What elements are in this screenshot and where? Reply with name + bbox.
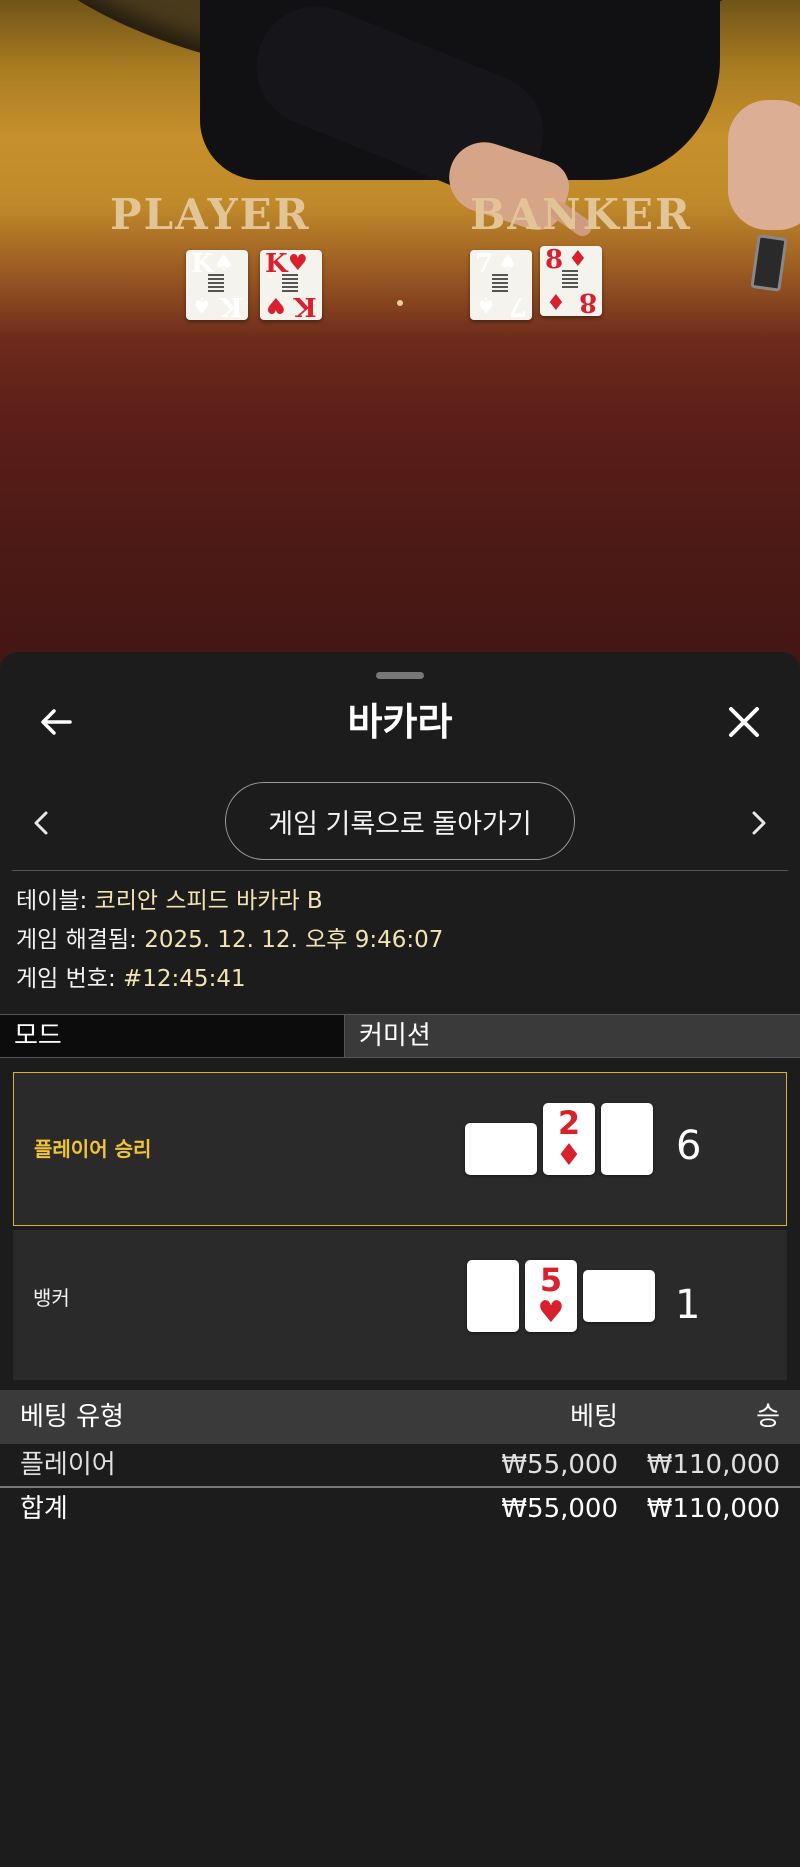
bet-type-cell: 플레이어	[20, 1450, 116, 1480]
arrow-left-icon	[41, 709, 72, 735]
banker-card-3: 8 ♣	[583, 1270, 655, 1322]
table-row: 플레이어 ₩55,000 ₩110,000	[0, 1444, 800, 1486]
sheet-title: 바카라	[347, 700, 453, 744]
player-hand-row: 플레이어 승리 5 ♣ 2 ♦ 9 ♣ 6	[13, 1072, 787, 1226]
mode-row: 모드 커미션	[0, 1014, 800, 1058]
table-banker-card-2: 8 ♦ ♦ 8	[540, 245, 602, 317]
heart-icon: ♥	[266, 292, 286, 317]
divider	[12, 870, 788, 871]
card-rank: 5	[539, 1261, 563, 1299]
table-banker-card-1: 7 ♠ ♠ 7	[470, 249, 532, 321]
close-button[interactable]	[716, 694, 772, 750]
info-game-number: 게임 번호: #12:45:41	[16, 962, 246, 996]
bet-win-header: 승	[756, 1402, 780, 1432]
chevron-right-icon	[752, 811, 766, 835]
table-banker-label: BANKER	[470, 190, 692, 239]
info-game-number-label: 게임 번호:	[16, 966, 116, 992]
bet-amount-cell: ₩55,000	[501, 1450, 618, 1480]
spade-icon: ♠	[214, 251, 234, 276]
banker-score: 1	[675, 1282, 701, 1328]
info-resolved-value: 2025. 12. 12. 오후 9:46:07	[144, 927, 444, 953]
bet-win-cell: ₩110,000	[646, 1450, 780, 1480]
table-player-label: PLAYER	[110, 190, 311, 239]
dealer-hand-right	[728, 100, 800, 230]
close-icon	[729, 707, 759, 737]
info-table-label: 테이블:	[16, 888, 88, 914]
diamond-icon: ♦	[555, 1138, 583, 1173]
club-icon: ♣	[615, 1282, 651, 1310]
bet-type-header: 베팅 유형	[20, 1402, 124, 1432]
banker-hand-row: 뱅커 8 ♠ 5 ♥ 8 ♣ 1	[13, 1230, 787, 1380]
next-game-button[interactable]	[738, 798, 780, 848]
game-detail-sheet: 바카라 게임 기록으로 돌아가기 테이블: 코리안 스피드 바카라 B 게임 해…	[0, 652, 800, 1867]
banker-card-1: 8 ♠	[467, 1260, 519, 1332]
total-row: 합계 ₩55,000 ₩110,000	[0, 1488, 800, 1532]
total-bet: ₩55,000	[501, 1494, 618, 1524]
info-resolved-label: 게임 해결됨:	[16, 927, 137, 953]
club-icon: ♣	[497, 1135, 533, 1163]
spade-icon: ♠	[498, 251, 518, 276]
table-dot	[397, 300, 403, 306]
card-rank: 8	[578, 287, 597, 317]
previous-game-button[interactable]	[20, 798, 62, 848]
card-face-art	[562, 270, 578, 290]
card-rank: 7	[508, 291, 527, 321]
total-win: ₩110,000	[646, 1494, 780, 1524]
diamond-icon: ♦	[546, 288, 566, 313]
card-rank: K	[294, 291, 317, 321]
card-rank: 7	[475, 249, 494, 279]
bet-amount-header: 베팅	[570, 1402, 618, 1432]
info-game-number-value: #12:45:41	[123, 966, 246, 992]
heart-icon: ♥	[537, 1295, 565, 1330]
total-label: 합계	[20, 1494, 68, 1524]
mode-label: 모드	[0, 1015, 345, 1057]
info-table-value: 코리안 스피드 바카라 B	[94, 888, 323, 914]
banker-hand-label: 뱅커	[33, 1286, 70, 1310]
card-rank: K	[220, 291, 243, 321]
back-to-history-button[interactable]: 게임 기록으로 돌아가기	[225, 782, 575, 860]
player-card-1: 5 ♣	[465, 1123, 537, 1175]
info-table: 테이블: 코리안 스피드 바카라 B	[16, 884, 323, 918]
bet-table-header: 베팅 유형 베팅 승	[0, 1390, 800, 1444]
live-video-stream: PLAYER BANKER K ♠ ♠ K K ♥ ♥ K 7 ♠ ♠ 7 8 …	[0, 0, 800, 680]
mode-value: 커미션	[345, 1015, 800, 1057]
spade-icon: ♠	[476, 292, 496, 317]
card-rank: 2	[557, 1104, 581, 1142]
card-rank: 8	[481, 1261, 505, 1299]
heart-icon: ♥	[288, 251, 308, 276]
player-card-3: 9 ♣	[601, 1103, 653, 1175]
card-rank: 8	[545, 245, 564, 275]
banker-card-2: 5 ♥	[525, 1260, 577, 1332]
card-face-art	[492, 274, 508, 294]
table-player-card-1: K ♠ ♠ K	[186, 250, 248, 321]
info-resolved: 게임 해결됨: 2025. 12. 12. 오후 9:46:07	[16, 923, 443, 957]
back-button[interactable]	[28, 694, 84, 750]
player-hand-label: 플레이어 승리	[34, 1137, 152, 1161]
diamond-icon: ♦	[568, 247, 588, 272]
player-score: 6	[676, 1123, 702, 1169]
card-shoe	[750, 234, 788, 292]
player-card-2: 2 ♦	[543, 1103, 595, 1175]
spade-icon: ♠	[192, 292, 212, 317]
club-icon: ♣	[613, 1138, 641, 1173]
card-rank: 9	[615, 1104, 639, 1142]
spade-icon: ♠	[479, 1295, 507, 1330]
table-player-card-2: K ♥ ♥ K	[260, 250, 322, 321]
chevron-left-icon	[34, 811, 48, 835]
sheet-grabber[interactable]	[376, 672, 424, 679]
